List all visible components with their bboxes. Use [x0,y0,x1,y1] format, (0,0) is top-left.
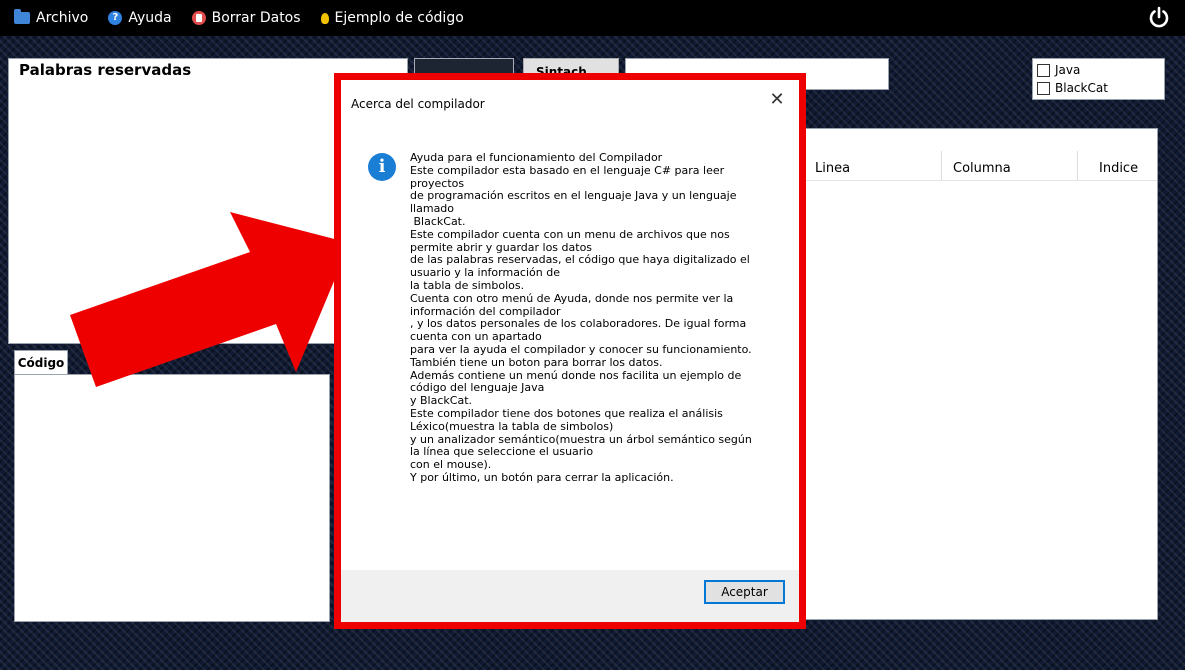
checkbox-blackcat[interactable]: BlackCat [1037,79,1160,97]
checkbox-java-label: Java [1055,63,1081,77]
menu-ejemplo-codigo[interactable]: Ejemplo de código [320,10,464,26]
aceptar-button[interactable]: Aceptar [704,580,785,604]
column-separator [941,151,942,181]
menu-borrar-datos-label: Borrar Datos [211,10,301,26]
checkbox-java-box[interactable] [1037,63,1050,77]
dialog-footer: Aceptar [341,570,799,622]
close-icon[interactable]: ✕ [765,88,789,112]
trash-icon [191,11,206,25]
symbols-table[interactable]: Linea Columna Indice [800,128,1158,620]
dialog-highlight-frame: Acerca del compilador ✕ i Ayuda para el … [334,73,806,629]
dialog-title: Acerca del compilador [351,97,485,111]
red-arrow-icon [70,212,350,387]
menu-ejemplo-codigo-label: Ejemplo de código [334,10,464,26]
column-header-columna[interactable]: Columna [953,161,1011,176]
tab-codigo[interactable]: Código [14,350,68,374]
column-header-linea[interactable]: Linea [815,161,850,176]
checkbox-blackcat-label: BlackCat [1055,81,1108,95]
menu-bar: Archivo ? Ayuda Borrar Datos Ejemplo de … [0,0,1185,36]
menu-ayuda-label: Ayuda [128,10,172,26]
help-icon: ? [108,11,123,25]
language-checkboxes: Java BlackCat [1032,58,1165,100]
power-icon[interactable] [1147,6,1171,30]
menu-archivo[interactable]: Archivo [14,9,89,26]
menu-borrar-datos[interactable]: Borrar Datos [191,10,301,26]
menu-ayuda[interactable]: ? Ayuda [108,10,172,26]
bulb-icon [320,12,329,24]
menu-archivo-label: Archivo [36,10,89,26]
info-icon: i [368,153,396,181]
checkbox-java[interactable]: Java [1037,61,1160,79]
dialog-message: Ayuda para el funcionamiento del Compila… [410,151,752,484]
table-header-divider [801,180,1157,181]
column-separator [1077,151,1078,181]
column-header-indice[interactable]: Indice [1099,161,1138,176]
about-dialog: Acerca del compilador ✕ i Ayuda para el … [341,80,799,622]
folder-icon [14,9,30,24]
checkbox-blackcat-box[interactable] [1037,81,1050,95]
